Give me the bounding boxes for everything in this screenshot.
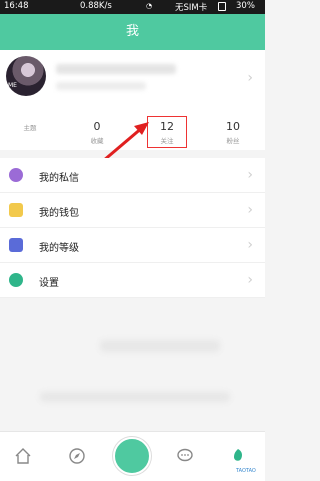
discover-icon[interactable] <box>68 447 86 465</box>
chevron-right-icon: › <box>247 237 253 253</box>
menu-item-level[interactable]: 我的等级 › <box>0 228 265 263</box>
watermark: TAOTAO <box>236 468 256 474</box>
chevron-right-icon: › <box>247 202 253 218</box>
menu-list: 我的私信 › 我的钱包 › 我的等级 › 设置 › <box>0 158 265 298</box>
bottom-nav <box>0 431 265 481</box>
home-icon[interactable] <box>14 447 32 465</box>
chat-icon[interactable] <box>176 447 194 465</box>
publish-button[interactable] <box>113 437 151 475</box>
menu-item-label: 设置 <box>39 278 59 289</box>
wallet-icon <box>9 203 23 217</box>
menu-item-label: 我的私信 <box>39 173 79 184</box>
menu-item-label: 我的等级 <box>39 243 79 254</box>
me-icon[interactable] <box>229 447 247 465</box>
menu-item-wallet[interactable]: 我的钱包 › <box>0 193 265 228</box>
level-icon <box>9 238 23 252</box>
menu-item-settings[interactable]: 设置 › <box>0 263 265 298</box>
menu-item-label: 我的钱包 <box>39 208 79 219</box>
blurred-region <box>40 392 230 402</box>
blurred-region <box>100 340 220 352</box>
chevron-right-icon: › <box>247 272 253 288</box>
chevron-right-icon: › <box>247 167 253 183</box>
settings-icon <box>9 273 23 287</box>
menu-item-messages[interactable]: 我的私信 › <box>0 158 265 193</box>
message-icon <box>9 168 23 182</box>
